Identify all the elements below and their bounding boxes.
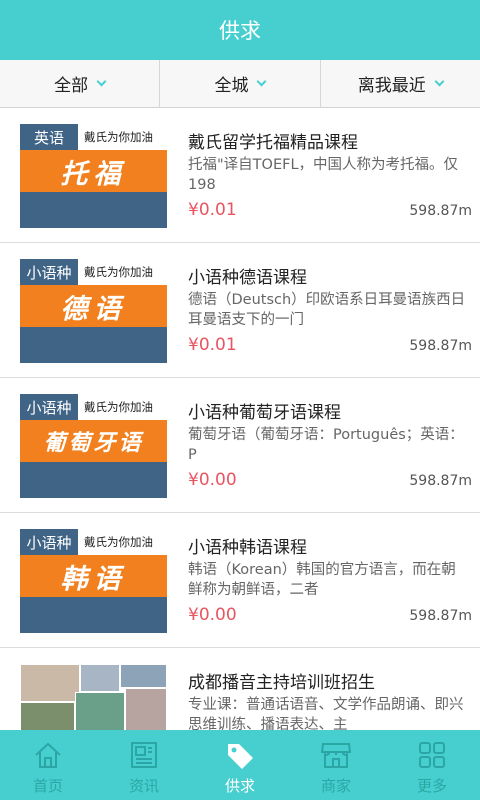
item-description: 葡萄牙语（葡萄牙语：Português；英语：P [188, 427, 464, 463]
item-distance: 598.87m [409, 608, 472, 624]
news-icon [129, 737, 159, 773]
item-price: ¥0.00 [188, 470, 237, 490]
tab-news-label: 资讯 [128, 777, 159, 795]
tab-more[interactable]: 更多 [384, 730, 480, 800]
thumbnail-art-text: 葡萄牙语 [43, 430, 144, 456]
item-distance: 598.87m [409, 473, 472, 489]
item-title: 成都播音主持培训班招生 [188, 673, 375, 693]
item-title: 小语种德语课程 [188, 268, 307, 288]
item-title: 小语种葡萄牙语课程 [188, 403, 341, 423]
thumbnail-slogan: 戴氏为你加油 [84, 535, 153, 549]
item-description: 专业课：普通话语音、文学作品朗诵、即兴思维训练、播语表达、主 [188, 697, 464, 733]
item-description: 韩语（Korean）韩国的官方语言，而在朝鲜称为朝鲜语，二者 [188, 562, 456, 598]
thumbnail-art-text: 韩语 [60, 563, 127, 595]
home-icon [33, 737, 63, 773]
list-item[interactable]: 小语种 戴氏为你加油 德语 小语种德语课程 德语（Deutsch）印欧语系日耳曼… [0, 243, 480, 378]
tab-home-label: 首页 [32, 777, 63, 795]
tag-icon [224, 737, 256, 773]
tab-supply-demand-label: 供求 [224, 777, 255, 795]
list-item[interactable]: 小语种 戴氏为你加油 韩语 小语种韩语课程 韩语（Korean）韩国的官方语言，… [0, 513, 480, 648]
course-thumbnail: 小语种 戴氏为你加油 德语 [20, 259, 167, 363]
chevron-down-icon [434, 76, 445, 87]
filter-area[interactable]: 全城 [160, 60, 321, 107]
thumbnail-tag: 小语种 [20, 259, 78, 285]
chevron-down-icon [257, 76, 267, 87]
thumbnail-tag: 小语种 [20, 394, 78, 420]
item-price: ¥0.01 [188, 200, 237, 220]
filter-sort[interactable]: 离我最近 [321, 60, 480, 107]
course-thumbnail: 英语 戴氏为你加油 托福 [20, 124, 167, 228]
item-distance: 598.87m [409, 203, 472, 219]
bottom-tab-bar: 首页 资讯 供求 商家 更多 [0, 730, 480, 800]
list-item[interactable]: 小语种 戴氏为你加油 葡萄牙语 小语种葡萄牙语课程 葡萄牙语（葡萄牙语：Port… [0, 378, 480, 513]
course-thumbnail: 小语种 戴氏为你加油 葡萄牙语 [20, 394, 167, 498]
item-price: ¥0.00 [188, 605, 237, 625]
thumbnail-slogan: 戴氏为你加油 [84, 400, 153, 414]
thumbnail-slogan: 戴氏为你加油 [84, 130, 153, 144]
item-description: 德语（Deutsch）印欧语系日耳曼语族西日耳曼语支下的一门 [188, 292, 466, 328]
thumbnail-art-text: 托福 [60, 158, 127, 190]
thumbnail-tag: 小语种 [20, 529, 78, 555]
item-description: 托福"译自TOEFL，中国人称为考托福。仅198 [188, 157, 459, 193]
thumbnail-tag: 英语 [20, 124, 78, 150]
tab-merchants-label: 商家 [320, 777, 351, 795]
chevron-down-icon [96, 76, 107, 87]
thumbnail-art-text: 德语 [60, 293, 127, 325]
thumbnail-slogan: 戴氏为你加油 [84, 265, 153, 279]
grid-icon [417, 737, 447, 773]
tab-more-label: 更多 [416, 777, 447, 795]
filter-area-label: 全城 [214, 76, 249, 96]
page-title: 供求 [219, 19, 261, 43]
filter-category[interactable]: 全部 [0, 60, 161, 107]
item-distance: 598.87m [409, 338, 472, 354]
item-title: 戴氏留学托福精品课程 [188, 133, 358, 153]
tab-merchants[interactable]: 商家 [288, 730, 384, 800]
tab-news[interactable]: 资讯 [96, 730, 192, 800]
listing-list: 英语 戴氏为你加油 托福 戴氏留学托福精品课程 托福"译自TOEFL，中国人称为… [0, 108, 480, 800]
course-thumbnail: 小语种 戴氏为你加油 韩语 [20, 529, 167, 633]
app-screen: 供求 全部 全城 离我最近 英语 戴氏为你加油 托福 戴氏留学托福精品课程 托福… [0, 0, 480, 800]
tab-home[interactable]: 首页 [0, 730, 96, 800]
list-item[interactable]: 英语 戴氏为你加油 托福 戴氏留学托福精品课程 托福"译自TOEFL，中国人称为… [0, 108, 480, 243]
item-title: 小语种韩语课程 [188, 538, 307, 558]
item-price: ¥0.01 [188, 335, 237, 355]
tab-supply-demand[interactable]: 供求 [192, 730, 288, 800]
filter-bar: 全部 全城 离我最近 [0, 60, 480, 108]
store-icon [320, 737, 352, 773]
filter-category-label: 全部 [54, 76, 89, 96]
filter-sort-label: 离我最近 [357, 76, 426, 96]
header-bar: 供求 [0, 0, 480, 60]
